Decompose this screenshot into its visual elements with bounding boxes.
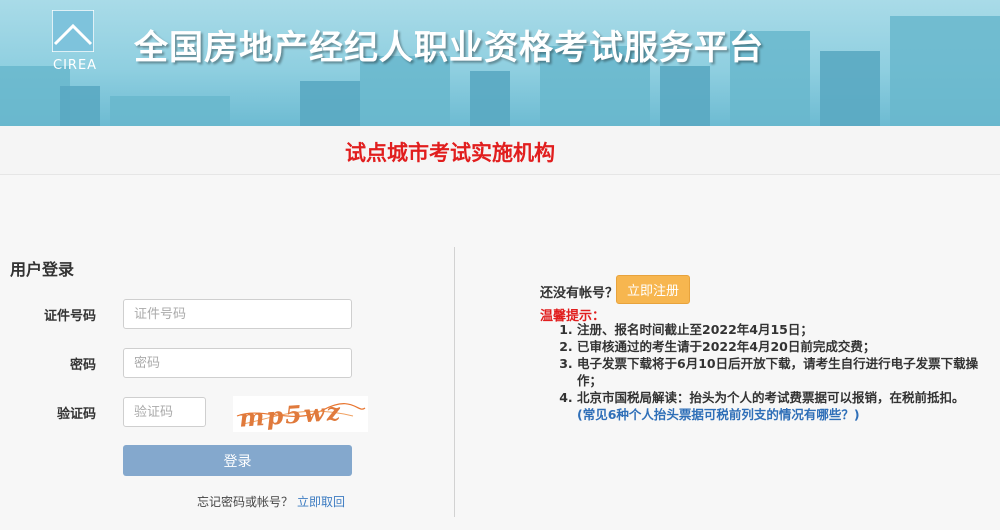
id-number-label: 证件号码 [43, 309, 96, 324]
logo-text: CIREA [53, 58, 98, 73]
password-input[interactable] [123, 348, 352, 378]
captcha-input[interactable] [123, 397, 206, 427]
no-account-text: 还没有帐号？ [540, 286, 619, 301]
tip-text: 北京市国税局解读：抬头为个人的考试费票据可以报销，在税前抵扣。 [577, 390, 965, 405]
invoice-info-link[interactable]: 常见6种个人抬头票据可税前列支的情况有哪些？ [583, 407, 854, 422]
register-button[interactable]: 立即注册 [616, 275, 690, 304]
tip-item: 电子发票下载将于6月10日后开放下载，请考生自行进行电子发票下载操作； [577, 355, 986, 389]
captcha-image[interactable]: mp5wz [233, 396, 368, 432]
tip-item: 注册、报名时间截止至2022年4月15日； [577, 321, 986, 338]
header-banner: CIREA 全国房地产经纪人职业资格考试服务平台 [0, 0, 1000, 126]
org-title: 试点城市考试实施机构 [345, 141, 555, 165]
tip-item: 北京市国税局解读：抬头为个人的考试费票据可以报销，在税前抵扣。 (常见6种个人抬… [577, 389, 986, 423]
site-title: 全国房地产经纪人职业资格考试服务平台 [134, 28, 764, 68]
forgot-row: 忘记密码或帐号？ 立即取回 [197, 493, 345, 510]
captcha-label: 验证码 [56, 407, 96, 422]
password-label: 密码 [69, 358, 96, 373]
vertical-divider [454, 247, 455, 517]
id-number-input[interactable] [123, 299, 352, 329]
cirea-logo-icon [52, 10, 94, 52]
svg-text:mp5wz: mp5wz [238, 397, 343, 432]
tip-link-close: ) [853, 407, 860, 422]
login-heading: 用户登录 [10, 260, 75, 279]
retrieve-link[interactable]: 立即取回 [297, 495, 345, 509]
tip-item: 已审核通过的考生请于2022年4月20日前完成交费； [577, 338, 986, 355]
login-button[interactable]: 登录 [123, 445, 352, 476]
forgot-text: 忘记密码或帐号？ [197, 495, 294, 509]
tips-list: 注册、报名时间截止至2022年4月15日； 已审核通过的考生请于2022年4月2… [541, 321, 986, 423]
